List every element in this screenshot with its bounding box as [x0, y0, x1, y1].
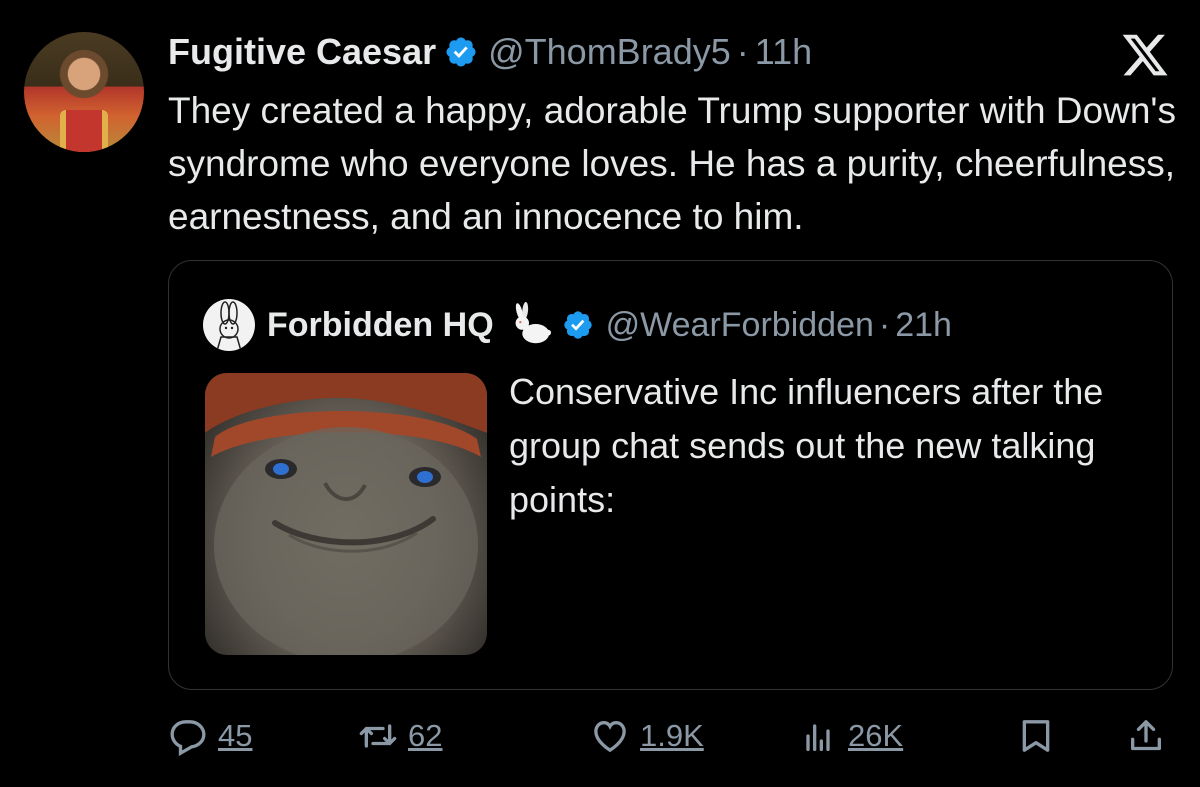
tweet[interactable]: Fugitive Caesar @ThomBrady5 · 11h They c… — [0, 0, 1200, 787]
reply-count[interactable]: 45 — [218, 718, 252, 754]
repost-count[interactable]: 62 — [408, 718, 442, 754]
smiling-face-photo — [205, 373, 487, 655]
quoted-author-handle[interactable]: @WearForbidden — [606, 306, 874, 345]
rabbit-sketch-icon — [216, 301, 242, 351]
like-button[interactable]: 1.9K — [590, 712, 704, 760]
quoted-author-name[interactable]: Forbidden HQ — [267, 306, 494, 345]
verified-badge-icon — [563, 311, 592, 339]
heart-icon — [594, 720, 626, 753]
quoted-tweet-time[interactable]: 21h — [895, 306, 952, 345]
quoted-author-avatar[interactable] — [203, 299, 255, 351]
like-count[interactable]: 1.9K — [640, 718, 704, 754]
rabbit-emoji-icon — [515, 302, 551, 344]
quoted-tweet-header: Forbidden HQ @WearForbidden · 21h — [267, 301, 952, 349]
author-handle[interactable]: @ThomBrady5 — [488, 31, 731, 73]
bookmark-icon — [1022, 720, 1050, 752]
author-avatar[interactable] — [24, 32, 144, 152]
quoted-tweet-image[interactable] — [205, 373, 487, 655]
author-name[interactable]: Fugitive Caesar — [168, 31, 436, 73]
share-button[interactable] — [1126, 712, 1166, 760]
quoted-tweet[interactable]: Forbidden HQ @WearForbidden · 21h Conser… — [168, 260, 1173, 690]
verified-badge-icon — [446, 37, 476, 67]
repost-icon — [359, 724, 397, 748]
share-icon — [1131, 720, 1161, 751]
reply-button[interactable]: 45 — [168, 712, 252, 760]
repost-button[interactable]: 62 — [358, 712, 442, 760]
bar-chart-icon — [806, 724, 830, 751]
views-button[interactable]: 26K — [798, 712, 903, 760]
separator-dot: · — [736, 31, 749, 72]
tweet-header: Fugitive Caesar @ThomBrady5 · 11h — [168, 30, 812, 74]
x-logo-icon — [1122, 34, 1168, 76]
quoted-tweet-text: Conservative Inc influencers after the g… — [509, 371, 1104, 520]
action-bar: 45 62 1.9K 26K — [168, 712, 1178, 760]
tweet-text: They created a happy, adorable Trump sup… — [168, 90, 1176, 237]
bookmark-button[interactable] — [1016, 712, 1056, 760]
view-count[interactable]: 26K — [848, 718, 903, 754]
tweet-time[interactable]: 11h — [755, 31, 812, 73]
separator-dot: · — [878, 305, 891, 344]
reply-icon — [170, 720, 206, 756]
